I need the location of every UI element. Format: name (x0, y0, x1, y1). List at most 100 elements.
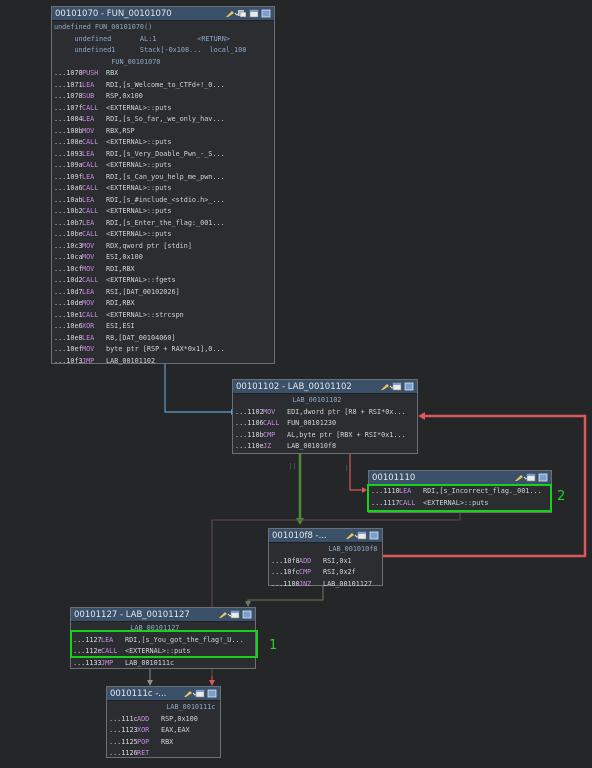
pencil-icon[interactable] (514, 473, 528, 482)
code-line[interactable]: ...1102 MOV EDI,dword ptr [R8 + RSI*0x... (235, 407, 415, 419)
code-line[interactable]: ...1071 LEA RDI,[s_Welcome_to_CTFd+!_0... (54, 80, 272, 92)
annotation-number-1: 1 (269, 638, 278, 653)
code-line[interactable]: LAB_001010f8 (271, 544, 380, 556)
maximize-icon[interactable] (369, 531, 379, 540)
instruction-address: ...10e1 (54, 310, 83, 319)
code-line[interactable]: ...10ef MOV byte ptr [RSP + RAX*0x1],0... (54, 344, 272, 356)
instruction-operands: ESI,0x100 (106, 253, 143, 261)
pencil-icon[interactable] (225, 9, 239, 18)
pencil-icon[interactable] (218, 610, 232, 619)
instruction-mnemonic: LEA (82, 172, 95, 181)
code-line[interactable]: ...10a6 CALL <EXTERNAL>::puts (54, 183, 272, 195)
restore-window-icon[interactable] (526, 473, 536, 482)
code-line[interactable]: ...10f8 ADD RSI,0x1 (271, 556, 380, 568)
code-line[interactable]: ...1106 CALL FUN_00101230 (235, 418, 415, 430)
block-label-text: undefined1 Stack[-0x108... local_108 (54, 46, 247, 54)
instruction-address: ...107f (54, 103, 83, 112)
pencil-icon[interactable] (345, 531, 359, 540)
instruction-operands: ESI,ESI (106, 322, 135, 330)
code-line[interactable]: ...10cf MOV RDI,RBX (54, 264, 272, 276)
block-title-bar[interactable]: 0010111c -... (107, 687, 220, 701)
block-title: 001010f8 -... (272, 530, 327, 541)
copy-icon[interactable] (237, 9, 247, 18)
instruction-mnemonic: MOV (82, 345, 95, 353)
code-line[interactable]: ...1084 LEA RDI,[s_So_far,_we_only_hav... (54, 114, 272, 126)
maximize-icon[interactable] (404, 382, 414, 391)
code-line[interactable]: ...10ab LEA RDI,[s_#include_<stdio.h>_... (54, 195, 272, 207)
code-line[interactable]: ...1126 RET (109, 748, 218, 760)
code-line[interactable]: ...109f LEA RDI,[s_Can_you_help_me_pwn... (54, 172, 272, 184)
code-line[interactable]: LAB_0010111c (109, 702, 218, 714)
code-line[interactable]: ...110b CMP AL,byte ptr [RBX + RSI*0x1... (235, 430, 415, 442)
restore-window-icon[interactable] (195, 689, 205, 698)
code-line[interactable]: LAB_00101102 (235, 395, 415, 407)
restore-window-icon[interactable] (230, 610, 240, 619)
code-line[interactable]: ...1078 SUB RSP,0x100 (54, 91, 272, 103)
code-line[interactable]: ...10e6 XOR ESI,ESI (54, 321, 272, 333)
code-line[interactable]: ...10b2 CALL <EXTERNAL>::puts (54, 206, 272, 218)
block-title-bar[interactable]: 00101102 - LAB_00101102 (233, 380, 417, 394)
block-title-bar[interactable]: 001010f8 -... (269, 529, 382, 543)
code-line[interactable]: ...1123 XOR EAX,EAX (109, 725, 218, 737)
instruction-mnemonic: RET (137, 749, 150, 757)
code-line[interactable]: ...108e CALL <EXTERNAL>::puts (54, 137, 272, 149)
code-line[interactable]: ...10de MOV RDI,RBX (54, 298, 272, 310)
code-line[interactable]: ...1133 JMP LAB_0010111c (73, 658, 253, 670)
code-line[interactable]: ...10fc CMP RSI,0x2f (271, 567, 380, 579)
instruction-mnemonic: PUSH (82, 69, 99, 77)
instruction-operands: LAB_00101102 (106, 356, 156, 365)
code-line[interactable]: undefined FUN_00101070() (54, 22, 272, 34)
block-title-bar[interactable]: 00101110 (369, 471, 551, 485)
edge-1102-to-1110 (349, 454, 362, 491)
code-line[interactable]: ...10c3 MOV RDX,qword ptr [stdin] (54, 241, 272, 253)
instruction-operands: RDX,qword ptr [stdin] (106, 241, 192, 250)
instruction-operands: EDI,dword ptr [R8 + RSI*0x... (287, 407, 406, 416)
code-line[interactable]: ...111c ADD RSP,0x100 (109, 714, 218, 726)
instruction-address: ...1084 (54, 115, 83, 123)
code-line[interactable]: ...10f3 JMP LAB_00101102 (54, 356, 272, 368)
code-line[interactable]: ...1070 PUSH RBX (54, 68, 272, 80)
restore-window-icon[interactable] (392, 382, 402, 391)
maximize-icon[interactable] (207, 689, 217, 698)
maximize-icon[interactable] (538, 473, 548, 482)
code-line[interactable]: FUN_00101070 (54, 57, 272, 69)
instruction-mnemonic: MOV (82, 241, 95, 250)
code-line[interactable]: ...1093 LEA RDI,[s_Very_Doable_Pwn_-_S... (54, 149, 272, 161)
code-line[interactable]: ...10ca MOV ESI,0x100 (54, 252, 272, 264)
pencil-icon[interactable] (183, 689, 197, 698)
code-block-00101070[interactable]: 00101070 - FUN_00101070 undefined FUN_00… (51, 6, 275, 365)
instruction-address: ...10ca (54, 253, 83, 261)
code-line[interactable]: ...10d2 CALL <EXTERNAL>::fgets (54, 275, 272, 287)
code-line[interactable]: undefined AL:1 <RETURN> (54, 34, 272, 46)
code-line[interactable]: ...10b7 LEA RDI,[s_Enter_the_flag:_001... (54, 218, 272, 230)
code-block-0010111c[interactable]: 0010111c -... LAB_0010111c ...111c ADD RSP,… (106, 686, 221, 758)
instruction-mnemonic: MOV (82, 299, 95, 307)
instruction-address: ...1070 (54, 69, 83, 77)
code-line[interactable]: ...108b MOV RBX,RSP (54, 126, 272, 138)
code-line[interactable]: ...109a CALL <EXTERNAL>::puts (54, 160, 272, 172)
block-title-bar[interactable]: 00101070 - FUN_00101070 (52, 7, 274, 21)
instruction-address: ...10a6 (54, 184, 83, 192)
block-label-text: undefined FUN_00101070() (54, 23, 153, 31)
code-line[interactable]: ...10d7 LEA RSI,[DAT_00102026] (54, 287, 272, 299)
maximize-icon[interactable] (261, 9, 271, 18)
code-line[interactable]: ...1100 JNZ LAB_00101127 (271, 579, 380, 591)
maximize-icon[interactable] (242, 610, 252, 619)
code-block-00101102[interactable]: 00101102 - LAB_00101102 LAB_00101102 ...1… (232, 379, 418, 454)
code-block-001010f8[interactable]: 001010f8 -... LAB_001010f8 ...10f8 ADD RSI,… (268, 528, 383, 588)
restore-window-icon[interactable] (249, 9, 259, 18)
instruction-operands: byte ptr [RSP + RAX*0x1],0... (106, 345, 225, 353)
code-line[interactable]: ...110e JZ LAB_001010f8 (235, 441, 415, 453)
code-line[interactable]: ...107f CALL <EXTERNAL>::puts (54, 103, 272, 115)
code-line[interactable]: ...10e1 CALL <EXTERNAL>::strcspn (54, 310, 272, 322)
pencil-icon[interactable] (380, 382, 394, 391)
code-line[interactable]: ...1125 POP RBX (109, 737, 218, 749)
block-body: undefined FUN_00101070() undefined AL:1 … (52, 21, 274, 368)
instruction-mnemonic: LEA (82, 218, 95, 227)
code-line[interactable]: undefined1 Stack[-0x108... local_108 (54, 45, 272, 57)
block-title-bar[interactable]: 00101127 - LAB_00101127 (71, 608, 255, 622)
restore-window-icon[interactable] (357, 531, 367, 540)
code-line[interactable]: ...10e8 LEA R8,[DAT_00104060] (54, 333, 272, 345)
code-line[interactable]: ...10be CALL <EXTERNAL>::puts (54, 229, 272, 241)
instruction-address: ...1071 (54, 80, 83, 89)
